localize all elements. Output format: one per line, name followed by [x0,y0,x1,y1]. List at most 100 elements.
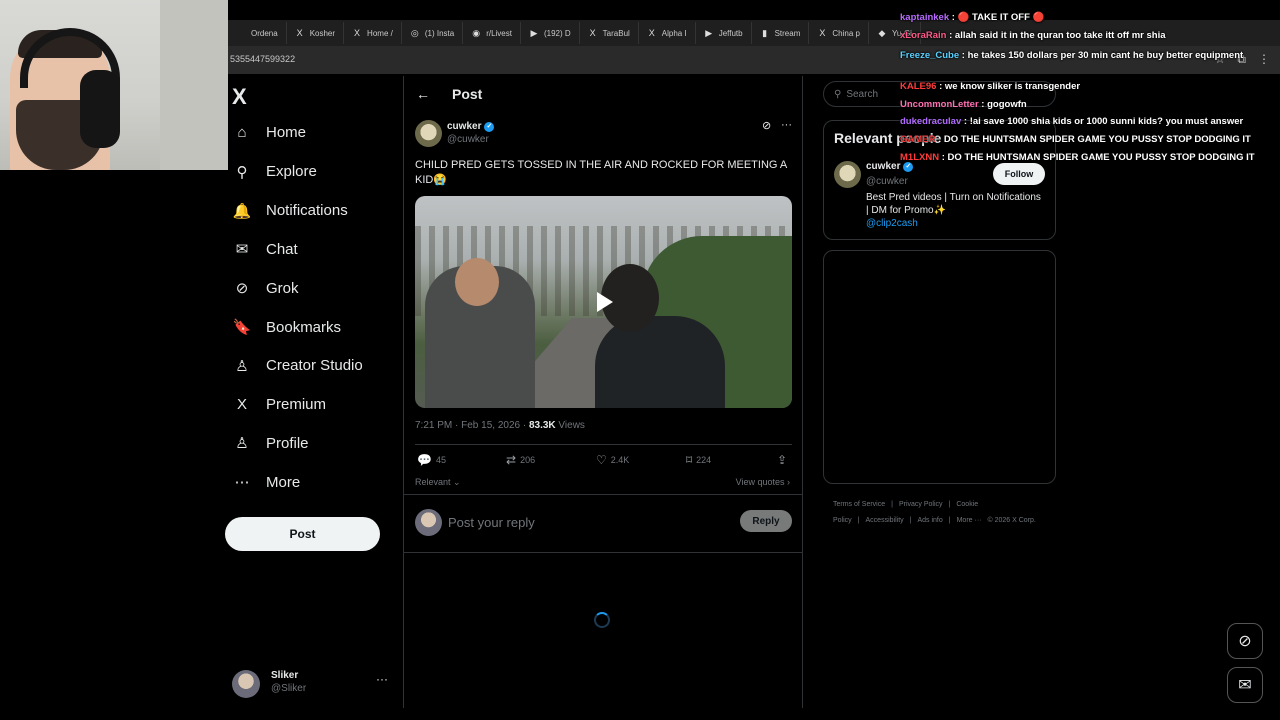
sidebar-item-notifications[interactable]: 🔔 Notifications [232,202,348,220]
sidebar-item-explore[interactable]: ⚲ Explore [232,163,317,181]
sidebar-item-chat[interactable]: ✉ Chat [232,240,298,259]
views-count: 83.3K [528,420,556,431]
tab-label: r/Livest [486,28,512,38]
headphone-cup [80,70,120,148]
browser-tab[interactable]: X TaraBul [580,22,639,44]
sidebar-item-profile[interactable]: ♙ Profile [232,434,308,453]
back-arrow-icon[interactable]: ← [416,86,430,102]
play-icon[interactable] [588,287,618,317]
chat-message-text: !ai save 1000 shia kids or 1000 sunni ki… [969,116,1244,127]
footer-link[interactable]: Privacy Policy [899,501,943,508]
more-icon: ⋯ [234,474,250,492]
follow-button[interactable]: Follow [993,163,1045,185]
tab-label: (1) Insta [424,28,455,38]
views-label: Views [555,420,585,431]
footer-link[interactable]: Ads info [917,517,942,524]
chat-username[interactable]: Freeze_Cube [900,50,959,61]
reply-count: 45 [435,455,446,465]
browser-tab[interactable]: X China p [809,22,869,44]
chat-username[interactable]: GAMER [900,134,935,145]
more-icon[interactable]: ··· [376,672,388,686]
footer-separator: | [857,517,860,524]
chat-username[interactable]: KALE96 [900,81,936,92]
like-action[interactable]: ♡ 2.4K [596,453,629,467]
browser-tab[interactable]: X Kosher [287,22,345,44]
messages-float-icon[interactable]: ✉ [1227,667,1263,703]
chat-icon: ✉ [235,241,249,259]
chat-separator: : [939,152,948,163]
chat-message-text: DO THE HUNTSMAN SPIDER GAME YOU PUSSY ST… [947,152,1255,163]
grok-float-icon[interactable]: ⊘ [1227,623,1263,659]
sidebar-item-creator-studio[interactable]: ♙ Creator Studio [232,357,362,375]
footer-separator: | [948,517,951,524]
repost-action[interactable]: ⇄ 206 [506,453,535,467]
loading-spinner [594,612,610,628]
browser-tab[interactable]: X Home / [344,22,402,44]
browser-tab[interactable]: ◎ (1) Insta [402,22,464,44]
bookmark-action[interactable]: ⌑ 224 [686,453,711,467]
verified-badge-icon: ✓ [484,121,495,132]
notifications-icon: 🔔 [232,202,252,220]
browser-tab[interactable]: Ordena [228,22,287,44]
person-handle[interactable]: @cuwker [866,176,908,187]
share-action[interactable]: ⇪ [777,453,787,467]
browser-tab[interactable]: ▮ Stream [752,22,810,44]
sidebar-item-premium[interactable]: X Premium [232,396,326,413]
avatar[interactable] [834,161,861,188]
tab-favicon-icon: X [648,28,655,38]
grok-icon: ⊘ [235,280,249,298]
footer-link[interactable]: Accessibility [866,517,904,524]
grok-icon[interactable]: ⊘ [762,119,771,132]
sidebar-item-bookmarks[interactable]: 🔖 Bookmarks [232,318,341,337]
person-bio-link[interactable]: @clip2cash [866,218,918,229]
chat-separator: : [936,81,945,92]
bookmark-count: 224 [696,455,712,465]
reply-sort-label: Relevant [415,477,451,487]
post-button[interactable]: Post [225,517,380,551]
browser-tab[interactable]: X Alpha I [639,22,696,44]
footer-link[interactable]: © 2026 X Corp. [987,517,1035,524]
sidebar-item-home[interactable]: ⌂ Home [232,124,306,141]
chat-username[interactable]: kaptainkek [900,12,949,23]
more-options-icon[interactable]: ··· [781,119,792,131]
account-switcher[interactable]: Sliker @Sliker ··· [232,668,392,700]
browser-tab[interactable]: ◉ r/Livest [463,22,521,44]
view-quotes-label: View quotes [735,477,785,487]
reply-icon: 💬 [417,453,432,467]
footer-separator: | [891,501,893,508]
sidebar-item-label: Chat [266,240,298,258]
tab-label: (192) D [543,28,571,38]
chat-username[interactable]: UncommonLetter [900,99,979,110]
chat-separator: : [978,99,988,110]
chat-username[interactable]: dukedraculav [900,116,961,127]
chat-separator: : [935,134,944,145]
x-logo-icon[interactable]: X [232,84,247,110]
repost-count: 206 [520,455,536,465]
footer-link[interactable]: More ··· [957,517,982,524]
sidebar-item-grok[interactable]: ⊘ Grok [232,279,299,298]
sidebar-item-more[interactable]: ⋯ More [232,473,301,492]
chat-username[interactable]: M1LXNN [900,152,939,163]
author-avatar[interactable] [415,120,442,147]
url-text[interactable]: 5355447599322 [230,54,295,64]
chat-message-text: DO THE HUNTSMAN SPIDER GAME YOU PUSSY ST… [943,134,1251,145]
account-name: Sliker [271,670,299,681]
author-name-row[interactable]: cuwker ✓ [447,121,495,132]
browser-tab[interactable]: ▶ (192) D [521,22,580,44]
footer-link[interactable]: Terms of Service [833,501,885,508]
author-handle[interactable]: @cuwker [447,134,489,145]
reply-sort-dropdown[interactable]: Relevant ⌄ [415,477,461,488]
reply-button[interactable]: Reply [740,510,792,532]
reply-input[interactable] [448,512,688,532]
view-quotes-link[interactable]: View quotes › [736,477,790,487]
author-name[interactable]: cuwker [447,121,481,132]
browser-tab[interactable]: ▶ Jeffutb [696,22,752,44]
tab-favicon-icon: X [589,28,596,38]
chat-separator: : [949,12,958,23]
reply-action[interactable]: 💬 45 [417,453,446,467]
video-thumbnail[interactable] [415,196,792,408]
page-title: Post [452,86,483,102]
tab-favicon-icon: ▶ [530,28,538,38]
person-name[interactable]: cuwker [866,161,900,172]
chat-username[interactable]: xLoraRain [900,30,946,41]
